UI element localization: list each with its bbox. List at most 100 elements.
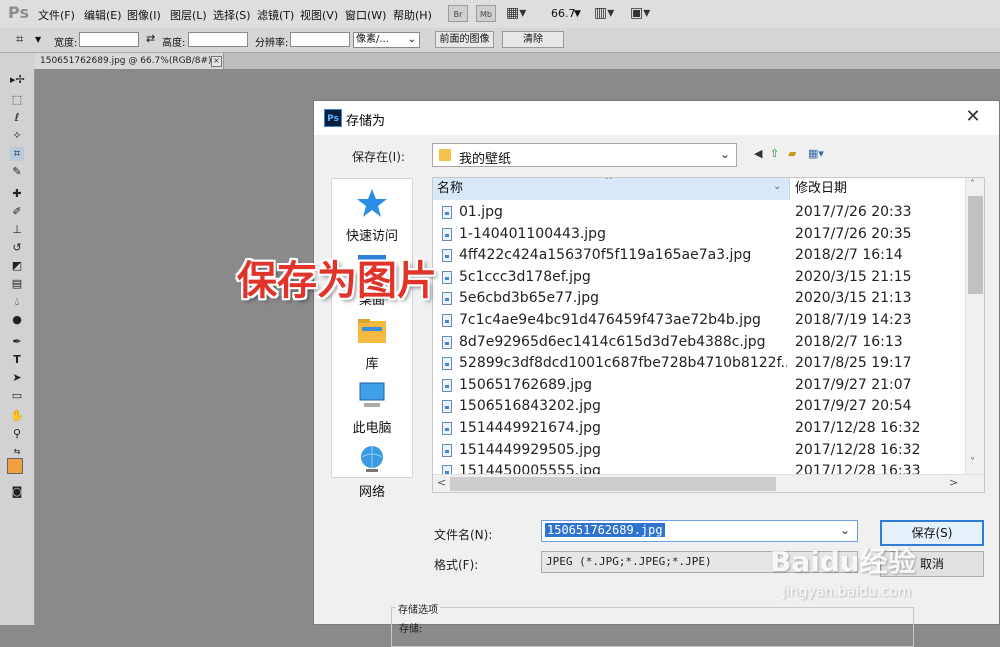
resolution-label: 分辨率: (255, 38, 289, 49)
place-this-pc[interactable]: 此电脑 (332, 379, 412, 436)
shape-tool-icon[interactable]: ▭ (10, 389, 24, 403)
bridge-button[interactable]: Br (448, 5, 468, 22)
place-network[interactable]: 网络 (332, 443, 412, 500)
width-input[interactable] (79, 32, 139, 47)
zoom-tool-icon[interactable]: ⚲ (10, 427, 24, 441)
up-folder-icon[interactable]: ⇧ (770, 147, 779, 160)
scroll-down-icon[interactable]: ˅ (970, 457, 975, 468)
file-row[interactable]: 1506516843202.jpg 2017/9/27 20:54 (433, 396, 965, 418)
close-icon[interactable]: × (211, 56, 222, 67)
arrange-documents-icon[interactable]: ▥▾ (594, 5, 614, 21)
file-row[interactable]: 1514449921674.jpg 2017/12/28 16:32 (433, 418, 965, 440)
healing-brush-tool-icon[interactable]: ✚ (10, 187, 24, 201)
view-menu-icon[interactable]: ▦▾ (808, 147, 824, 160)
width-label: 宽度: (54, 38, 78, 49)
menu-help[interactable]: 帮助(H) (393, 7, 432, 23)
swap-colors-icon[interactable]: ⇆ (10, 445, 24, 459)
place-quick-access[interactable]: 快速访问 (332, 187, 412, 244)
eyedropper-tool-icon[interactable]: ✎ (10, 165, 24, 179)
crop-tool-icon[interactable]: ⌗ (10, 147, 24, 161)
back-icon[interactable]: ◀ (754, 147, 762, 160)
file-row[interactable]: 1514449929505.jpg 2017/12/28 16:32 (433, 440, 965, 462)
scroll-left-icon[interactable]: < (437, 476, 446, 489)
marquee-tool-icon[interactable]: ⬚ (10, 93, 24, 107)
type-tool-icon[interactable]: T (10, 353, 24, 367)
dodge-tool-icon[interactable]: ● (10, 313, 24, 327)
clone-stamp-tool-icon[interactable]: ⊥ (10, 223, 24, 237)
horizontal-scrollbar[interactable]: < > (433, 474, 984, 492)
file-date: 2018/2/7 16:14 (795, 247, 903, 264)
chevron-down-icon[interactable]: ⌄ (840, 523, 850, 537)
star-icon (357, 189, 387, 217)
menu-select[interactable]: 选择(S) (213, 7, 251, 23)
view-extras-icon[interactable]: ▦▾ (506, 5, 526, 21)
file-row[interactable]: 5e6cbd3b65e77.jpg 2020/3/15 21:13 (433, 288, 965, 310)
minibridge-button[interactable]: Mb (476, 5, 496, 22)
column-header-date[interactable]: 修改日期 (793, 178, 963, 200)
place-library[interactable]: 库 (332, 315, 412, 372)
document-tab[interactable]: 150651762689.jpg @ 66.7%(RGB/8#) * (34, 53, 224, 69)
new-folder-icon[interactable]: ▰ (788, 147, 796, 160)
file-row[interactable]: 52899c3df8dcd1001c687fbe728b4710b8122f..… (433, 353, 965, 375)
zoom-level[interactable]: 66.7 (551, 7, 576, 20)
pen-tool-icon[interactable]: ✒ (10, 335, 24, 349)
file-name: 1514449929505.jpg (459, 441, 601, 458)
image-file-icon (442, 357, 452, 371)
resolution-unit-select[interactable]: 像素/... ⌄ (353, 32, 420, 48)
file-row[interactable]: 8d7e92965d6ec1414c615d3d7eb4388c.jpg 2018… (433, 332, 965, 354)
chevron-down-icon[interactable]: ⌄ (773, 181, 781, 192)
menu-window[interactable]: 窗口(W) (345, 7, 386, 23)
front-image-button[interactable]: 前面的图像 (435, 31, 494, 48)
file-row[interactable]: 1-140401100443.jpg 2017/7/26 20:35 (433, 224, 965, 246)
menu-layer[interactable]: 图层(L) (170, 7, 207, 23)
vertical-scroll-thumb[interactable] (968, 196, 983, 294)
horizontal-scroll-thumb[interactable] (450, 477, 776, 491)
crop-tool-icon[interactable]: ⌗ (16, 32, 23, 47)
file-row[interactable]: 01.jpg 2017/7/26 20:33 (433, 202, 965, 224)
menu-edit[interactable]: 编辑(E) (84, 7, 122, 23)
file-name: 01.jpg (459, 204, 503, 220)
vertical-scrollbar[interactable]: ˄ ˅ (965, 178, 984, 474)
overlay-caption: 保存为图片 (237, 257, 437, 304)
file-row[interactable]: 4ff422c424a156370f5f119a165ae7a3.jpg 2018… (433, 245, 965, 267)
save-options-group (391, 607, 914, 647)
save-in-select[interactable]: 我的壁纸 ⌄ (432, 143, 737, 167)
gradient-tool-icon[interactable]: ▤ (10, 277, 24, 291)
menu-view[interactable]: 视图(V) (300, 7, 338, 23)
foreground-color-swatch[interactable] (7, 458, 23, 474)
move-tool-icon[interactable]: ▸✢ (10, 73, 25, 87)
close-icon[interactable]: ✕ (962, 106, 984, 128)
path-select-tool-icon[interactable]: ➤ (10, 371, 24, 385)
scroll-right-icon[interactable]: > (949, 476, 958, 489)
quick-mask-icon[interactable]: ◙ (10, 485, 24, 499)
zoom-dropdown-icon[interactable]: ▼ (574, 9, 581, 19)
filename-input[interactable]: 150651762689.jpg ⌄ (541, 520, 858, 542)
menu-file[interactable]: 文件(F) (38, 7, 75, 23)
height-input[interactable] (188, 32, 248, 47)
format-value: JPEG (*.JPG;*.JPEG;*.JPE) (546, 555, 712, 568)
eraser-tool-icon[interactable]: ◩ (10, 259, 24, 273)
image-file-icon (442, 400, 452, 414)
file-date: 2017/8/25 19:17 (795, 355, 912, 372)
file-row[interactable]: 7c1c4ae9e4bc91d476459f473ae72b4b.jpg 2018… (433, 310, 965, 332)
lasso-tool-icon[interactable]: ℓ (10, 111, 24, 125)
history-brush-tool-icon[interactable]: ↺ (10, 241, 24, 255)
file-row[interactable]: 150651762689.jpg 2017/9/27 21:07 (433, 375, 965, 397)
file-name: 5c1ccc3d178ef.jpg (459, 268, 591, 285)
scroll-up-icon[interactable]: ˄ (970, 179, 975, 190)
swap-icon[interactable]: ⇄ (146, 32, 155, 45)
screen-mode-icon[interactable]: ▣▾ (630, 5, 650, 21)
quick-select-tool-icon[interactable]: ✧ (10, 129, 24, 143)
menu-image[interactable]: 图像(I) (127, 7, 161, 23)
blur-tool-icon[interactable]: 💧︎ (10, 295, 24, 309)
clear-button[interactable]: 清除 (502, 31, 564, 48)
brush-tool-icon[interactable]: ✐ (10, 205, 24, 219)
watermark-brand: Baidu经验 (770, 545, 916, 578)
menu-filter[interactable]: 滤镜(T) (257, 7, 294, 23)
resolution-input[interactable] (290, 32, 350, 47)
file-row[interactable]: 5c1ccc3d178ef.jpg 2020/3/15 21:15 (433, 267, 965, 289)
tool-preset-dropdown-icon[interactable]: ▼ (35, 35, 41, 44)
image-file-icon (442, 270, 452, 284)
hand-tool-icon[interactable]: ✋ (10, 409, 24, 423)
library-folder-icon (358, 319, 386, 343)
